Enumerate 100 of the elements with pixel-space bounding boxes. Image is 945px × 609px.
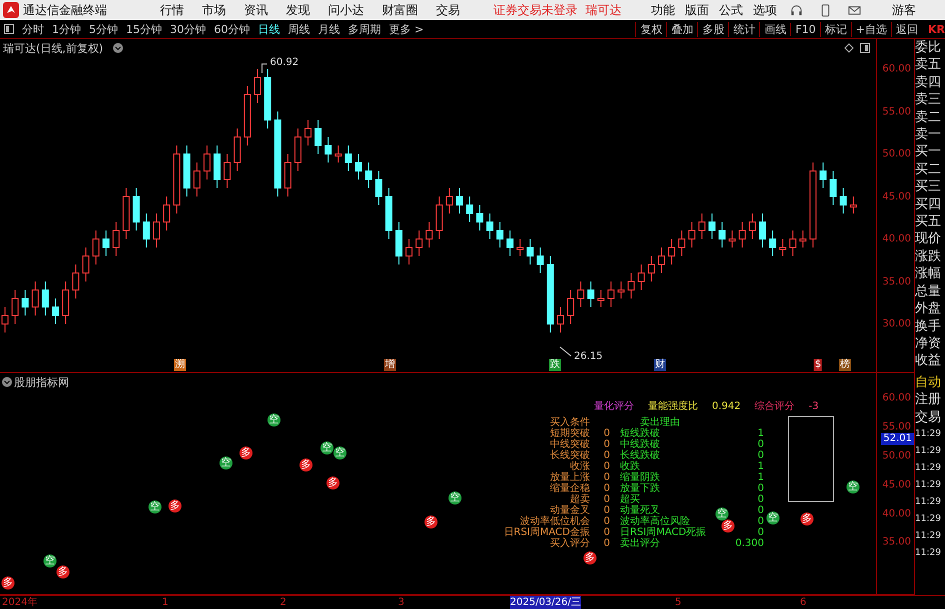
mail-icon[interactable] <box>848 4 861 16</box>
chevron-icon[interactable] <box>2 377 12 388</box>
window-icon[interactable] <box>860 43 870 53</box>
menu-item[interactable]: 选项 <box>748 2 782 18</box>
candle <box>779 238 786 256</box>
menu-item[interactable]: 市场 <box>193 2 235 18</box>
sell-reason-label: 动量死叉 <box>619 505 660 516</box>
time-label: 11:29 <box>915 444 942 458</box>
sell-reason-value: 1 <box>758 472 764 484</box>
side-link[interactable]: 交易 <box>915 408 945 426</box>
toolbar-button[interactable]: 画线 <box>759 22 790 36</box>
date-label: 6 <box>800 596 806 609</box>
signal-dot: 多 <box>800 512 814 526</box>
period-tab[interactable]: 更多 > <box>385 22 428 36</box>
event-marker[interactable]: 跌 <box>549 359 561 371</box>
menu-item[interactable]: 问小达 <box>319 2 373 18</box>
candle <box>618 281 625 299</box>
menu-item[interactable]: 公式 <box>714 2 748 18</box>
period-tab[interactable]: 1分钟 <box>48 22 85 36</box>
period-tab[interactable]: 日线 <box>254 22 284 36</box>
date-label: 2024年 <box>2 596 38 609</box>
candle <box>112 222 120 256</box>
menu-item[interactable]: 交易 <box>427 2 469 18</box>
candle <box>122 188 130 240</box>
diamond-icon[interactable] <box>844 43 854 53</box>
buy-condition-value: 0 <box>604 461 610 472</box>
candle <box>628 272 635 299</box>
phone-icon[interactable] <box>819 4 832 16</box>
period-tab[interactable]: 15分钟 <box>122 22 166 36</box>
chevron-icon[interactable] <box>113 43 123 53</box>
event-marker[interactable]: $ <box>814 359 822 371</box>
leader-line <box>262 64 268 74</box>
auto-label[interactable]: 自动 <box>915 374 945 392</box>
candle <box>476 204 484 231</box>
candle <box>708 213 716 240</box>
event-marker[interactable]: 榜 <box>839 359 851 371</box>
sell-reason-value: 1 <box>758 461 764 472</box>
indicator-title: 股朋指标网 <box>14 375 69 390</box>
menu-item[interactable]: 功能 <box>646 2 680 18</box>
toolbar-button[interactable]: +自选 <box>850 22 891 36</box>
toolbar-button[interactable]: 叠加 <box>666 22 698 36</box>
headset-icon[interactable] <box>790 4 803 16</box>
event-marker[interactable]: 溯 <box>174 359 186 371</box>
quote-label: 卖三 <box>915 91 942 109</box>
quote-label: 净资 <box>915 334 942 352</box>
menu-item[interactable]: 行情 <box>151 2 193 18</box>
menu-item[interactable]: 财富圈 <box>373 2 427 18</box>
candle <box>304 120 312 146</box>
buy-condition-value: 0 <box>604 450 610 462</box>
candle <box>193 162 200 197</box>
candle <box>32 281 39 316</box>
candle <box>132 188 140 231</box>
buy-condition-value: 0 <box>604 439 610 450</box>
toolbar-button[interactable]: 标记 <box>820 22 851 36</box>
user-label[interactable]: 游客 <box>883 2 925 18</box>
toolbar-button[interactable]: 统计 <box>728 22 760 36</box>
sell-title: 卖出理由 <box>640 417 680 428</box>
menu-item[interactable]: 资讯 <box>235 2 277 18</box>
login-notice[interactable]: 证券交易未登录 <box>490 2 582 18</box>
period-tab[interactable]: 周线 <box>284 22 314 36</box>
axis-label: 50.00 <box>882 450 912 462</box>
period-tab[interactable]: 多周期 <box>344 22 385 36</box>
sell-reason-value: 0.300 <box>735 538 764 550</box>
toolbar-button[interactable]: F10 <box>790 22 820 36</box>
buy-condition-value: 0 <box>604 505 610 516</box>
candle <box>456 188 463 214</box>
axis-label: 55.00 <box>882 106 912 117</box>
panel-toggle-icon[interactable] <box>4 24 14 34</box>
period-tab[interactable]: 5分钟 <box>85 22 122 36</box>
axis-label: 50.00 <box>882 148 912 160</box>
side-link[interactable]: 注册 <box>915 391 945 409</box>
candle <box>334 145 342 163</box>
signal-dot: 空 <box>148 500 162 514</box>
candle <box>688 222 696 248</box>
period-tab[interactable]: 分时 <box>18 22 48 36</box>
toolbar-button[interactable]: 返回 <box>891 22 922 36</box>
axis-label: 40.00 <box>882 508 912 520</box>
menu-item[interactable]: 发现 <box>277 2 319 18</box>
event-marker[interactable]: 增 <box>384 359 396 371</box>
sell-reason-value: 0 <box>758 483 764 494</box>
sell-reason-value: 0 <box>758 516 764 528</box>
candle <box>294 128 302 172</box>
period-tab[interactable]: 60分钟 <box>210 22 254 36</box>
candle <box>234 128 241 172</box>
candle <box>769 230 776 256</box>
candle <box>536 247 544 274</box>
period-tab[interactable]: 月线 <box>314 22 344 36</box>
candle <box>597 290 604 308</box>
buy-condition-label: 超卖 <box>570 494 590 506</box>
summary-text: 0.942 <box>712 401 741 412</box>
event-marker[interactable]: 财 <box>654 359 666 371</box>
candle <box>163 196 170 231</box>
period-tab[interactable]: 30分钟 <box>166 22 210 36</box>
signal-dot: 空 <box>716 508 728 521</box>
toolbar-button[interactable]: 复权 <box>635 22 666 36</box>
candle <box>284 154 292 197</box>
candle <box>324 136 332 163</box>
toolbar-button[interactable]: 多股 <box>697 22 728 36</box>
buy-condition-label: 动量金叉 <box>550 505 590 516</box>
menu-item[interactable]: 版面 <box>680 2 714 18</box>
